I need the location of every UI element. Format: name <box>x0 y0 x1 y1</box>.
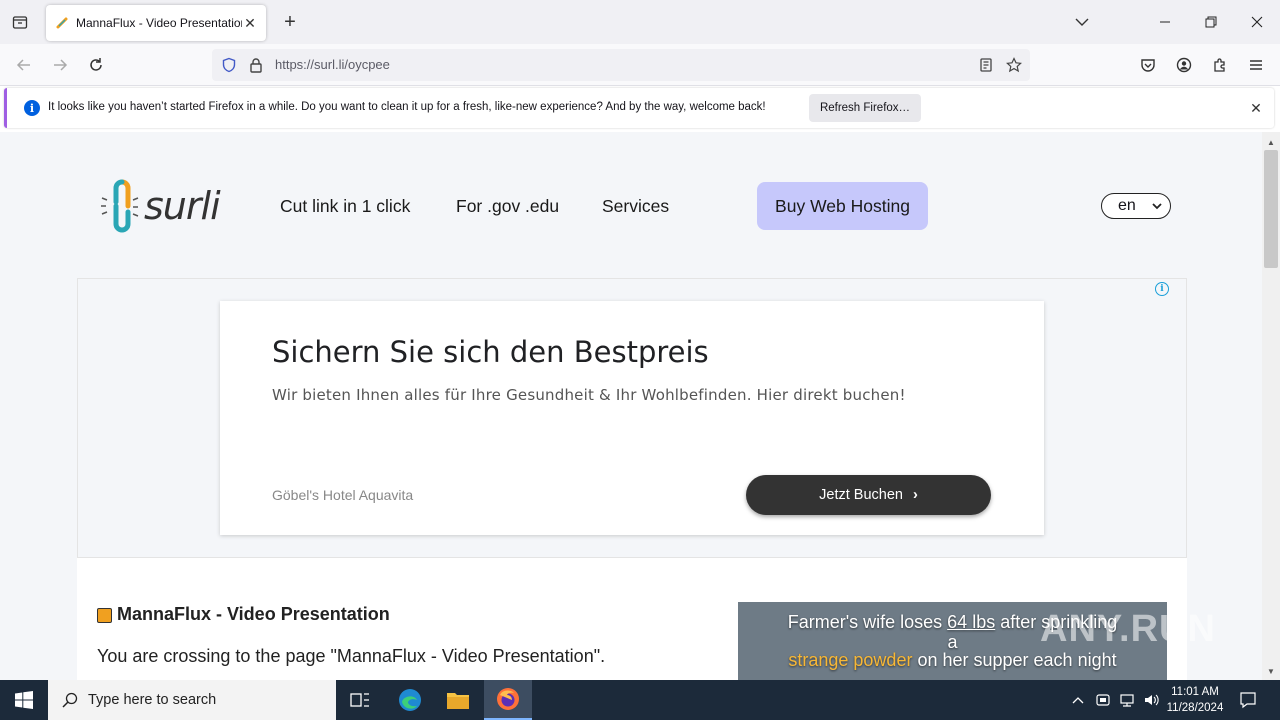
paperclip-logo-icon <box>101 179 139 233</box>
clock-date: 11/28/2024 <box>1166 702 1224 714</box>
buy-hosting-button[interactable]: Buy Web Hosting <box>757 182 928 230</box>
clock-time: 11:01 AM <box>1171 686 1219 698</box>
language-select[interactable]: en <box>1101 193 1171 219</box>
restore-icon[interactable] <box>1188 0 1234 44</box>
page-scrollbar[interactable]: ▲ ▼ <box>1262 132 1280 680</box>
notifications-icon[interactable] <box>1238 690 1258 710</box>
task-view-icon[interactable] <box>336 680 384 720</box>
taskbar-clock[interactable]: 11:01 AM 11/28/2024 <box>1162 684 1228 716</box>
extensions-icon[interactable] <box>1207 52 1233 78</box>
network-icon[interactable] <box>1117 690 1137 710</box>
anyrun-watermark: ANY.RUN <box>1040 608 1216 650</box>
tab-strip: MannaFlux - Video Presentation ✕ + <box>0 0 1280 44</box>
firefox-view-icon[interactable] <box>8 10 32 34</box>
reader-view-icon[interactable] <box>977 56 995 74</box>
link-favicon-icon <box>54 15 70 31</box>
redirect-description: You are crossing to the page "MannaFlux … <box>97 646 606 666</box>
forward-arrow-icon[interactable] <box>47 52 73 78</box>
ad-advertiser: Göbel's Hotel Aquavita <box>272 487 414 503</box>
file-explorer-icon[interactable] <box>434 680 482 720</box>
ad-headline[interactable]: Sichern Sie sich den Bestpreis <box>272 335 709 369</box>
close-tab-icon[interactable]: ✕ <box>242 15 258 31</box>
ad-description: Wir bieten Ihnen alles für Ihre Gesundhe… <box>272 386 906 404</box>
chevron-right-icon: › <box>912 487 918 503</box>
page-viewport: surli Cut link in 1 click For .gov .edu … <box>0 132 1262 680</box>
tab-title: MannaFlux - Video Presentation <box>76 16 242 30</box>
ad-cta-button[interactable]: Jetzt Buchen › <box>746 475 991 515</box>
ad-cta-label: Jetzt Buchen <box>819 487 903 503</box>
back-arrow-icon[interactable] <box>11 52 37 78</box>
reload-icon[interactable] <box>83 52 109 78</box>
bookmark-star-icon[interactable] <box>1005 56 1023 74</box>
firefox-taskbar-icon[interactable] <box>484 680 532 720</box>
meet-now-icon[interactable] <box>1093 690 1113 710</box>
taskbar-search[interactable]: Type here to search <box>48 680 336 720</box>
info-icon: i <box>24 100 40 116</box>
volume-icon[interactable] <box>1141 690 1161 710</box>
notification-bar: i It looks like you haven’t started Fire… <box>4 88 1274 128</box>
scroll-up-icon[interactable]: ▲ <box>1265 136 1277 148</box>
address-bar[interactable]: https://surl.li/oycpee <box>212 49 1030 81</box>
url-text: https://surl.li/oycpee <box>275 57 390 72</box>
close-window-icon[interactable] <box>1234 0 1280 44</box>
redirect-title: MannaFlux - Video Presentation <box>117 604 390 624</box>
pocket-icon[interactable] <box>1135 52 1161 78</box>
tab-active[interactable]: MannaFlux - Video Presentation ✕ <box>46 5 266 41</box>
lock-icon[interactable] <box>247 56 265 74</box>
tracking-shield-icon[interactable] <box>220 56 238 74</box>
language-value: en <box>1118 197 1136 214</box>
account-icon[interactable] <box>1171 52 1197 78</box>
search-icon <box>62 692 78 708</box>
redirect-content: MannaFlux - Video Presentation You are c… <box>77 558 1187 680</box>
hamburger-menu-icon[interactable] <box>1243 52 1269 78</box>
nav-services[interactable]: Services <box>602 196 669 217</box>
tray-chevron-up-icon[interactable] <box>1068 690 1088 710</box>
scroll-thumb[interactable] <box>1264 150 1278 268</box>
minimize-icon[interactable] <box>1142 0 1188 44</box>
windows-start-icon[interactable] <box>0 680 48 720</box>
scroll-down-icon[interactable]: ▼ <box>1265 665 1277 677</box>
search-placeholder: Type here to search <box>88 692 217 708</box>
site-favicon-icon <box>97 608 112 623</box>
notification-message: It looks like you haven’t started Firefo… <box>48 101 766 113</box>
nav-cut-link[interactable]: Cut link in 1 click <box>280 196 410 217</box>
logo-text: surli <box>144 184 221 228</box>
nav-gov-edu[interactable]: For .gov .edu <box>456 196 559 217</box>
ad-info-icon[interactable]: i <box>1155 282 1169 296</box>
refresh-firefox-button[interactable]: Refresh Firefox… <box>809 94 921 122</box>
close-icon[interactable]: ✕ <box>1247 99 1265 117</box>
site-logo[interactable]: surli <box>98 176 221 236</box>
taskbar: Type here to search 11:01 AM 11/28/2024 <box>0 680 1280 720</box>
promo-line-3: strange powder on her supper each night <box>788 650 1117 670</box>
navigation-toolbar: https://surl.li/oycpee <box>0 44 1280 86</box>
ad-card[interactable]: Sichern Sie sich den Bestpreis Wir biete… <box>220 301 1044 535</box>
chevron-down-icon[interactable] <box>1070 10 1094 34</box>
chevron-down-icon <box>1152 203 1162 210</box>
new-tab-button[interactable]: + <box>278 10 302 34</box>
edge-browser-icon[interactable] <box>386 680 434 720</box>
ad-frame: i Sichern Sie sich den Bestpreis Wir bie… <box>77 278 1187 558</box>
